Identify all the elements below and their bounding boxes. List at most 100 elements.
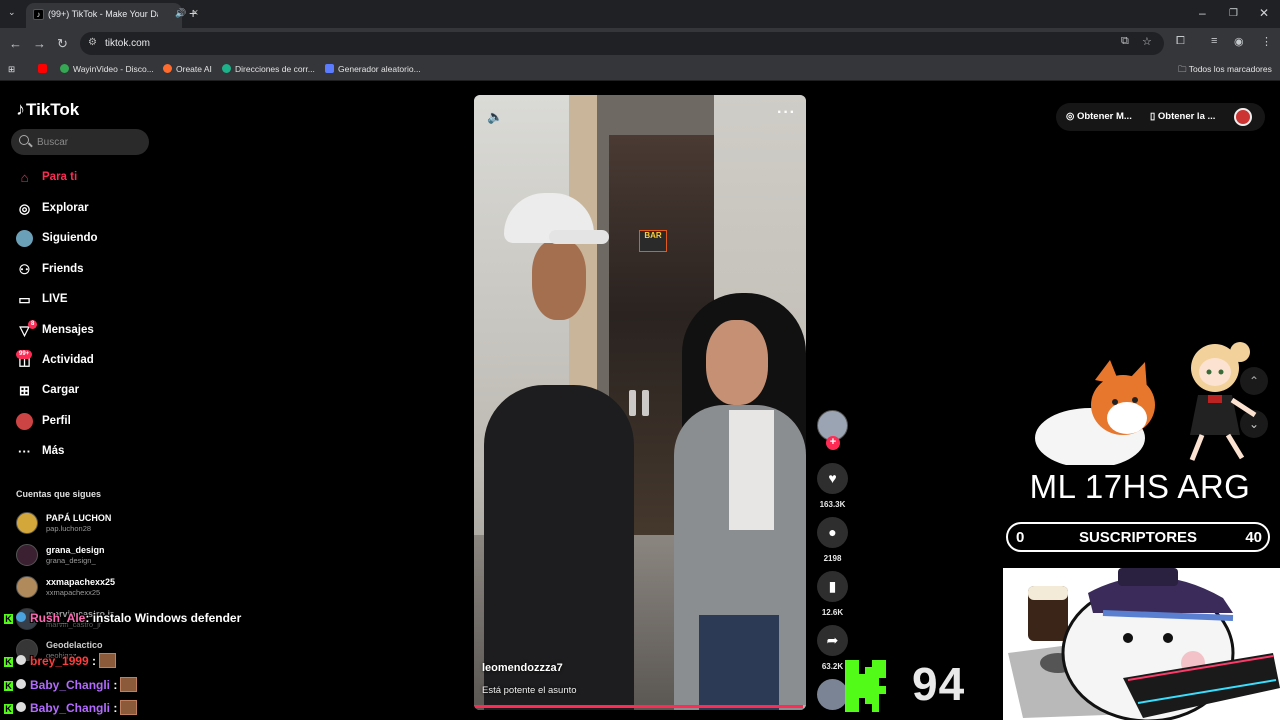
save-count: 12.6K — [821, 608, 844, 617]
chat-avatar — [16, 612, 26, 622]
follow-plus-icon[interactable]: + — [826, 436, 840, 450]
nav-cargar[interactable]: ⊞ Cargar — [14, 380, 164, 402]
tiktok-note-icon: ♪ — [16, 99, 25, 119]
reload-icon[interactable]: ↻ — [57, 36, 68, 52]
chat-avatar — [16, 679, 26, 689]
browser-tab[interactable]: ♪ (99+) TikTok - Make Your Day 🔊 × — [26, 3, 198, 28]
profile-icon — [16, 413, 33, 430]
nav-friends[interactable]: ⚇ Friends — [14, 259, 164, 281]
forward-icon[interactable]: → — [33, 36, 46, 51]
address-bar[interactable]: ⚙ tiktok.com — [80, 32, 1164, 55]
nav-perfil[interactable]: Perfil — [14, 411, 164, 433]
minimize-icon[interactable]: – — [1199, 6, 1206, 20]
save-button[interactable]: ▮ — [817, 571, 848, 602]
pause-icon[interactable] — [629, 390, 651, 416]
bookmark-oreate-ai[interactable]: Oreate AI — [163, 64, 212, 74]
anime-girl-illustration — [1189, 342, 1257, 461]
bookmark-youtube[interactable] — [38, 64, 51, 74]
kick-badge-icon: K — [4, 614, 13, 624]
bookmark-star-icon[interactable]: ☆ — [1142, 35, 1152, 48]
nav-para-ti[interactable]: ⌂ Para ti — [14, 167, 164, 189]
chat-username: Rush_Ale — [30, 611, 86, 625]
share-button[interactable]: ➦ — [817, 625, 848, 656]
tab-audio-icon[interactable]: 🔊 — [175, 8, 186, 19]
chat-username: Baby_Changli — [30, 678, 111, 692]
tab-search-icon[interactable]: ⌄ — [8, 7, 16, 18]
chat-message: K Rush_Ale: instalo Windows defender — [4, 611, 241, 625]
search-box[interactable] — [11, 129, 149, 155]
cat-keyboard-illustration — [1003, 568, 1280, 720]
video-author[interactable]: leomendozzza7 — [482, 662, 563, 674]
comment-count: 2198 — [823, 554, 842, 563]
back-icon[interactable]: ← — [9, 36, 22, 51]
subs-goal: 40 — [1245, 529, 1262, 546]
chat-text: : — [110, 678, 118, 692]
chat-text: : — [110, 701, 118, 715]
like-button[interactable]: ♥ — [817, 463, 848, 494]
install-app-icon[interactable]: ⧉ — [1121, 35, 1129, 48]
profile-avatar-icon[interactable]: ◉ — [1234, 35, 1244, 48]
video-player[interactable]: BAR 🔈 ··· leomendozzza7 Está potente el … — [474, 95, 806, 710]
live-icon: ▭ — [18, 292, 31, 307]
apps-grid-icon[interactable]: ⊞ — [8, 64, 15, 75]
get-coins-button[interactable]: ◎ Obtener M... — [1066, 111, 1132, 122]
subs-label: SUSCRIPTORES — [1078, 529, 1198, 546]
nav-actividad[interactable]: ◫ 99+ Actividad — [14, 350, 164, 372]
window-close-icon[interactable]: ✕ — [1259, 6, 1269, 20]
top-right-bar: ◎ Obtener M... ▯ Obtener la ... — [1056, 103, 1265, 131]
all-bookmarks-folder[interactable]: 🗀 Todos los marcadores — [1178, 64, 1272, 78]
nav-siguiendo[interactable]: Siguiendo — [14, 228, 164, 250]
followed-account[interactable]: grana_design grana_design_ — [16, 544, 166, 570]
chrome-menu-icon[interactable]: ⋮ — [1261, 35, 1272, 48]
followed-account[interactable]: PAPÁ LUCHON pap.luchon28 — [16, 512, 166, 538]
following-icon — [16, 230, 33, 247]
chat-emote-icon — [99, 653, 117, 668]
video-progress-fill — [474, 705, 803, 708]
chat-username: brey_1999 — [30, 654, 89, 668]
new-tab-icon[interactable]: + — [189, 5, 197, 21]
kick-badge-icon: K — [4, 704, 13, 714]
stream-title: ML 17HS ARG — [1029, 468, 1251, 505]
search-input[interactable] — [37, 134, 137, 150]
upload-icon: ⊞ — [19, 383, 30, 398]
media-control-icon[interactable]: ≡ — [1211, 35, 1217, 47]
tiktok-logo[interactable]: ♪TikTok — [16, 99, 79, 120]
heart-icon: ♥ — [828, 470, 837, 486]
avatar — [16, 512, 38, 534]
share-icon: ➦ — [826, 632, 839, 648]
nav-explorar[interactable]: ◎ Explorar — [14, 198, 164, 220]
followed-account[interactable]: xxmapachexx25 xxmapachexx25 — [16, 576, 166, 602]
sound-disc[interactable] — [817, 679, 848, 710]
bookmark-wayinvideo[interactable]: WayinVideo - Disco... — [60, 64, 154, 74]
extensions-icon[interactable]: ⧠ — [1176, 35, 1185, 48]
bookmark-icon: ▮ — [828, 578, 837, 594]
volume-icon[interactable]: 🔈 — [487, 109, 503, 125]
like-count: 163.3K — [819, 500, 846, 509]
tab-title: (99+) TikTok - Make Your Day — [48, 9, 158, 19]
restore-icon[interactable]: ❐ — [1229, 8, 1238, 19]
browser-toolbar: ← → ↻ ⚙ tiktok.com ⧉ ☆ ⧠ ≡ ◉ ⋮ — [0, 28, 1280, 58]
nav-mensajes[interactable]: ▽ 8 Mensajes — [14, 320, 164, 342]
avatar — [16, 576, 38, 598]
nav-mas[interactable]: ··· Más — [14, 441, 164, 463]
friends-icon: ⚇ — [18, 262, 31, 277]
avatar — [16, 544, 38, 566]
viewer-counter: 94 — [912, 658, 966, 710]
chat-avatar — [16, 655, 26, 665]
comment-button[interactable]: ● — [817, 517, 848, 548]
more-options-icon[interactable]: ··· — [777, 104, 796, 122]
bookmark-generador[interactable]: Generador aleatorio... — [325, 64, 421, 74]
chat-message: K Baby_Changli : — [4, 700, 138, 715]
bookmark-direcciones[interactable]: Direcciones de corr... — [222, 64, 315, 74]
site-info-icon[interactable]: ⚙ — [88, 37, 97, 48]
user-avatar[interactable] — [1234, 108, 1252, 126]
chat-emote-icon — [120, 700, 138, 715]
home-icon: ⌂ — [20, 170, 29, 185]
kick-logo-icon — [845, 660, 886, 712]
video-progress-bar[interactable] — [474, 705, 806, 708]
browser-tab-strip: ⌄ ♪ (99+) TikTok - Make Your Day 🔊 × + –… — [0, 0, 1280, 28]
bookmarks-bar: ⊞ WayinVideo - Disco... Oreate AI Direcc… — [0, 58, 1280, 81]
get-app-button[interactable]: ▯ Obtener la ... — [1150, 111, 1215, 122]
nav-live[interactable]: ▭ LIVE — [14, 289, 164, 311]
chat-text: : — [88, 654, 97, 668]
